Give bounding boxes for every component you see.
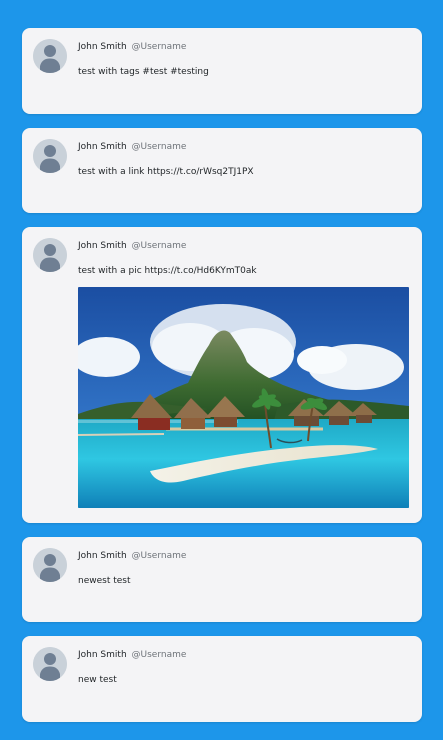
post-text: test with a pic https://t.co/Hd6KYmT0ak bbox=[78, 266, 257, 276]
user-avatar-icon bbox=[33, 139, 67, 173]
author-handle[interactable]: @Username bbox=[132, 551, 187, 561]
author-name[interactable]: John Smith bbox=[78, 650, 127, 660]
post-header: John Smith @Username bbox=[78, 240, 186, 252]
avatar[interactable] bbox=[33, 548, 67, 582]
avatar[interactable] bbox=[33, 647, 67, 681]
post-header: John Smith @Username bbox=[78, 141, 186, 153]
author-handle[interactable]: @Username bbox=[132, 650, 187, 660]
post-card[interactable]: John Smith @Username test with tags #tes… bbox=[22, 28, 422, 114]
post-text: newest test bbox=[78, 576, 131, 586]
post-header: John Smith @Username bbox=[78, 649, 186, 661]
user-avatar-icon bbox=[33, 548, 67, 582]
avatar[interactable] bbox=[33, 39, 67, 73]
author-handle[interactable]: @Username bbox=[132, 42, 187, 52]
author-name[interactable]: John Smith bbox=[78, 142, 127, 152]
user-avatar-icon bbox=[33, 39, 67, 73]
post-card[interactable]: John Smith @Username newest test bbox=[22, 537, 422, 622]
avatar[interactable] bbox=[33, 139, 67, 173]
user-avatar-icon bbox=[33, 238, 67, 272]
post-card[interactable]: John Smith @Username test with a link ht… bbox=[22, 128, 422, 213]
post-card[interactable]: John Smith @Username test with a pic htt… bbox=[22, 227, 422, 523]
post-header: John Smith @Username bbox=[78, 550, 186, 562]
author-handle[interactable]: @Username bbox=[132, 241, 187, 251]
post-text: test with tags #test #testing bbox=[78, 67, 209, 77]
author-name[interactable]: John Smith bbox=[78, 551, 127, 561]
post-header: John Smith @Username bbox=[78, 41, 186, 53]
post-card[interactable]: John Smith @Username new test bbox=[22, 636, 422, 722]
user-avatar-icon bbox=[33, 647, 67, 681]
author-handle[interactable]: @Username bbox=[132, 142, 187, 152]
author-name[interactable]: John Smith bbox=[78, 42, 127, 52]
avatar[interactable] bbox=[33, 238, 67, 272]
post-text: test with a link https://t.co/rWsq2TJ1PX bbox=[78, 167, 254, 177]
post-text: new test bbox=[78, 675, 117, 685]
author-name[interactable]: John Smith bbox=[78, 241, 127, 251]
tropical-island-photo bbox=[78, 287, 409, 508]
post-image[interactable] bbox=[78, 287, 409, 508]
